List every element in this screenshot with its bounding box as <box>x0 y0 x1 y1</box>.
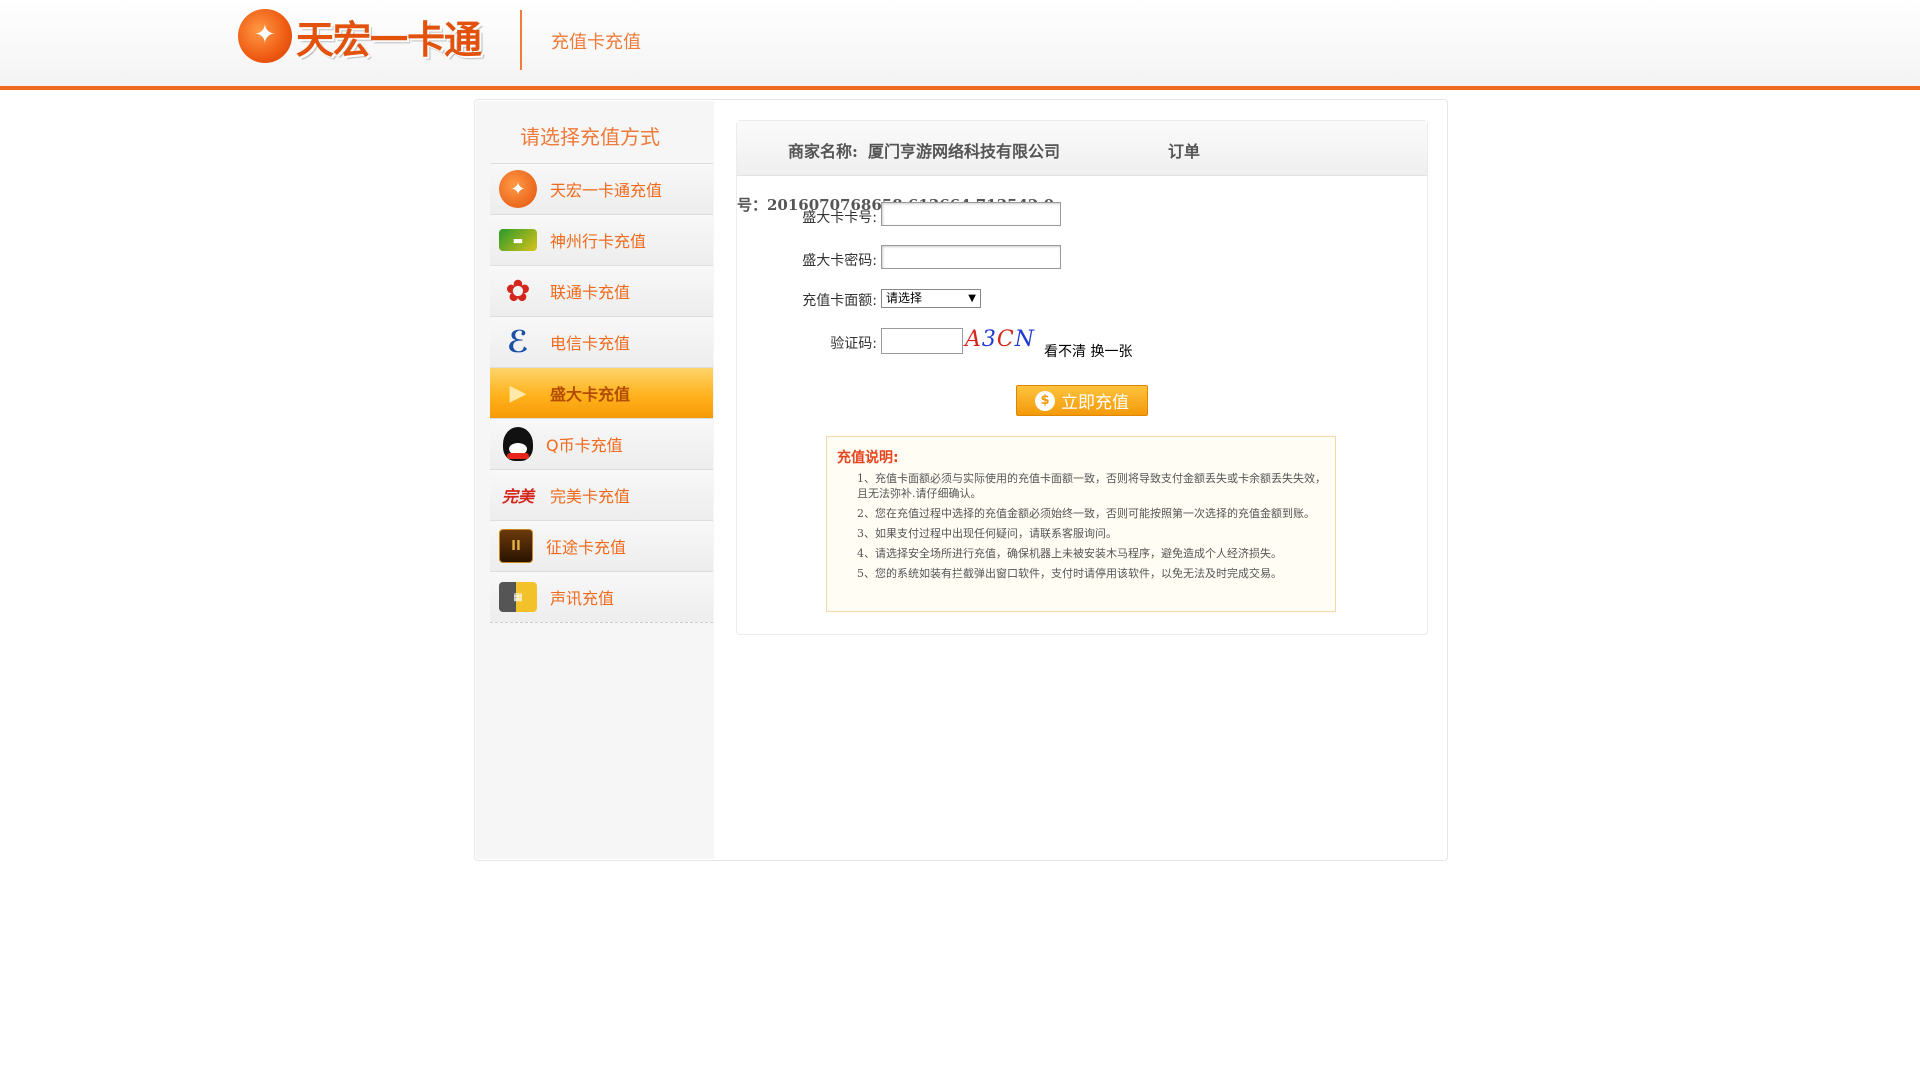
china-unicom-icon: ✿ <box>505 273 531 309</box>
note-item: 5、您的系统如装有拦截弹出窗口软件，支付时请停用该软件，以免无法及时完成交易。 <box>857 567 1282 580</box>
panel-header: 商家名称: 厦门亨游网络科技有限公司 订单 <box>737 121 1427 176</box>
sidebar-item-shengxun[interactable]: ▦ 声讯充值 <box>490 571 713 623</box>
coin-icon: $ <box>1035 390 1055 411</box>
note-item: 1、充值卡面额必须与实际使用的充值卡面额一致，否则将导致支付金额丢失或卡余额丢失… <box>857 472 1326 500</box>
note-item: 2、您在充值过程中选择的充值金额必须始终一致，否则可能按照第一次选择的充值金额到… <box>857 507 1315 520</box>
tianhong-logo-icon: ✦ <box>499 170 537 208</box>
sidebar-item-shanda[interactable]: ▶ 盛大卡充值 <box>490 367 713 418</box>
captcha-input[interactable] <box>881 328 963 354</box>
card-amount-selected: 请选择 <box>886 291 923 305</box>
captcha-image[interactable]: A3CN <box>965 326 1039 354</box>
phone-card-icon: ▦ <box>499 582 537 612</box>
sidebar-item-wanmei[interactable]: 完美 完美卡充值 <box>490 469 713 520</box>
sidebar-item-label: 联通卡充值 <box>550 283 631 302</box>
note-item: 3、如果支付过程中出现任何疑问，请联系客服询问。 <box>857 527 1117 540</box>
header-divider <box>520 10 522 70</box>
captcha-refresh-link[interactable]: 看不清 换一张 <box>1044 341 1132 361</box>
card-amount-label: 充值卡面额: <box>802 293 877 309</box>
submit-recharge-button[interactable]: $ 立即充值 <box>1016 385 1148 416</box>
header-subtitle: 充值卡充值 <box>551 32 641 53</box>
page-header: 天宏一卡通 充值卡充值 <box>0 0 1920 90</box>
sidebar-item-label: 声讯充值 <box>550 589 615 608</box>
china-telecom-icon: ℰ <box>507 324 529 360</box>
sidebar-item-zhengtu[interactable]: II 征途卡充值 <box>490 520 713 571</box>
main-container: 请选择充值方式 ✦ 天宏一卡通充值 ▬ 神州行卡充值 ✿ 联通卡充值 ℰ 电信卡… <box>474 99 1448 861</box>
sidebar-item-telecom[interactable]: ℰ 电信卡充值 <box>490 316 713 367</box>
sidebar-item-shenzhouxing[interactable]: ▬ 神州行卡充值 <box>490 214 713 265</box>
sidebar-item-label: 完美卡充值 <box>550 487 631 506</box>
qq-penguin-icon <box>503 427 533 461</box>
sidebar-item-label: 盛大卡充值 <box>550 385 631 404</box>
captcha-char: C <box>996 327 1015 352</box>
logo-text: 天宏一卡通 <box>296 17 482 62</box>
captcha-char: A <box>965 327 982 352</box>
recharge-panel: 商家名称: 厦门亨游网络科技有限公司 订单 号：2016070768658.61… <box>736 120 1428 635</box>
dropdown-arrow-icon: ▼ <box>968 293 976 304</box>
card-password-input[interactable] <box>881 245 1061 269</box>
sidebar-item-label: 电信卡充值 <box>550 334 631 353</box>
sidebar-item-label: 天宏一卡通充值 <box>550 181 663 200</box>
card-amount-select[interactable]: 请选择 ▼ <box>881 289 981 308</box>
shenzhouxing-card-icon: ▬ <box>499 229 537 251</box>
sidebar: 请选择充值方式 ✦ 天宏一卡通充值 ▬ 神州行卡充值 ✿ 联通卡充值 ℰ 电信卡… <box>476 101 714 859</box>
order-label: 订单 <box>1168 142 1201 161</box>
sidebar-item-unicom[interactable]: ✿ 联通卡充值 <box>490 265 713 316</box>
captcha-char: 3 <box>981 327 997 352</box>
play-arrow-icon: ▶ <box>509 380 527 406</box>
tianhong-logo-icon <box>238 9 292 63</box>
sidebar-item-tianhong[interactable]: ✦ 天宏一卡通充值 <box>490 163 713 214</box>
notes-list: 1、充值卡面额必须与实际使用的充值卡面额一致，否则将导致支付金额丢失或卡余额丢失… <box>857 471 1332 586</box>
tianhong-logo[interactable]: 天宏一卡通 <box>238 8 500 64</box>
submit-recharge-label: 立即充值 <box>1061 393 1129 413</box>
notes-title: 充值说明: <box>837 450 899 466</box>
zhengtu-logo-icon: II <box>499 529 533 563</box>
wanmei-logo-icon: 完美 <box>501 487 534 506</box>
merchant-name: 厦门亨游网络科技有限公司 <box>868 142 1061 161</box>
card-number-input[interactable] <box>881 202 1061 226</box>
captcha-char: N <box>1014 327 1035 352</box>
sidebar-item-qcoin[interactable]: Q币卡充值 <box>490 418 713 469</box>
card-password-label: 盛大卡密码: <box>802 253 877 269</box>
card-number-label: 盛大卡卡号: <box>802 210 877 226</box>
sidebar-title: 请选择充值方式 <box>520 125 660 149</box>
payment-method-list: ✦ 天宏一卡通充值 ▬ 神州行卡充值 ✿ 联通卡充值 ℰ 电信卡充值 ▶ 盛大卡… <box>490 163 713 623</box>
sidebar-item-label: Q币卡充值 <box>546 436 623 455</box>
captcha-label: 验证码: <box>830 336 877 352</box>
merchant-label: 商家名称: <box>788 142 858 161</box>
recharge-notes: 充值说明: 1、充值卡面额必须与实际使用的充值卡面额一致，否则将导致支付金额丢失… <box>826 436 1336 612</box>
sidebar-item-label: 征途卡充值 <box>546 538 627 557</box>
note-item: 4、请选择安全场所进行充值，确保机器上未被安装木马程序，避免造成个人经济损失。 <box>857 547 1282 560</box>
sidebar-item-label: 神州行卡充值 <box>550 232 647 251</box>
